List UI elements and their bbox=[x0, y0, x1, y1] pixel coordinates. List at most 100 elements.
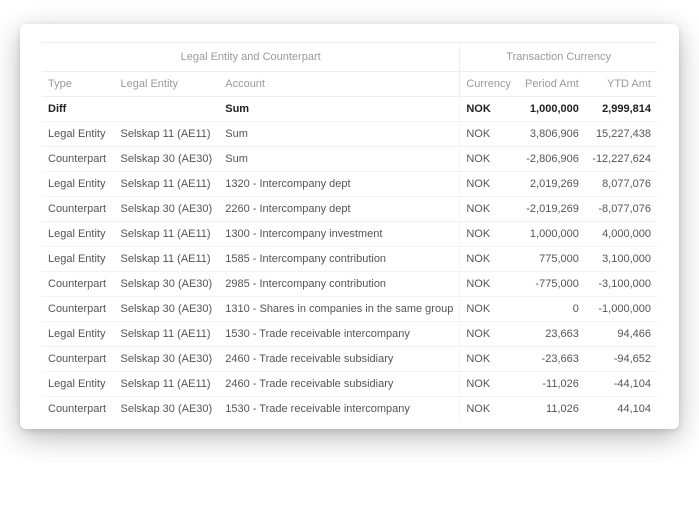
cell-type: Counterpart bbox=[42, 147, 114, 172]
cell-account: 2985 - Intercompany contribution bbox=[219, 272, 460, 297]
cell-account: Sum bbox=[219, 147, 460, 172]
cell-currency: NOK bbox=[460, 147, 517, 172]
cell-type: Legal Entity bbox=[42, 322, 114, 347]
cell-ytd-amt: 3,100,000 bbox=[585, 247, 657, 272]
cell-account: Sum bbox=[219, 97, 460, 122]
cell-ytd-amt: -94,652 bbox=[585, 347, 657, 372]
cell-legal-entity: Selskap 30 (AE30) bbox=[114, 397, 219, 422]
cell-account: 1530 - Trade receivable intercompany bbox=[219, 322, 460, 347]
cell-ytd-amt: -3,100,000 bbox=[585, 272, 657, 297]
group-header-right: Transaction Currency bbox=[460, 43, 657, 72]
cell-period-amt: 2,019,269 bbox=[517, 172, 585, 197]
col-currency[interactable]: Currency bbox=[460, 72, 517, 97]
table-row[interactable]: Legal EntitySelskap 11 (AE11)2460 - Trad… bbox=[42, 372, 657, 397]
cell-legal-entity: Selskap 30 (AE30) bbox=[114, 347, 219, 372]
cell-type: Counterpart bbox=[42, 272, 114, 297]
cell-period-amt: 3,806,906 bbox=[517, 122, 585, 147]
cell-ytd-amt: 94,466 bbox=[585, 322, 657, 347]
table-row[interactable]: Legal EntitySelskap 11 (AE11)SumNOK3,806… bbox=[42, 122, 657, 147]
cell-legal-entity: Selskap 11 (AE11) bbox=[114, 372, 219, 397]
cell-legal-entity: Selskap 11 (AE11) bbox=[114, 122, 219, 147]
cell-account: Sum bbox=[219, 122, 460, 147]
cell-ytd-amt: 8,077,076 bbox=[585, 172, 657, 197]
table-row[interactable]: CounterpartSelskap 30 (AE30)2260 - Inter… bbox=[42, 197, 657, 222]
cell-type: Legal Entity bbox=[42, 222, 114, 247]
cell-type: Counterpart bbox=[42, 347, 114, 372]
table-row[interactable]: CounterpartSelskap 30 (AE30)2460 - Trade… bbox=[42, 347, 657, 372]
cell-period-amt: -2,019,269 bbox=[517, 197, 585, 222]
table-row[interactable]: CounterpartSelskap 30 (AE30)2985 - Inter… bbox=[42, 272, 657, 297]
cell-account: 1530 - Trade receivable intercompany bbox=[219, 397, 460, 422]
cell-ytd-amt: 15,227,438 bbox=[585, 122, 657, 147]
cell-type: Diff bbox=[42, 97, 114, 122]
cell-period-amt: -775,000 bbox=[517, 272, 585, 297]
table-row[interactable]: Legal EntitySelskap 11 (AE11)1585 - Inte… bbox=[42, 247, 657, 272]
cell-currency: NOK bbox=[460, 322, 517, 347]
col-period-amt[interactable]: Period Amt bbox=[517, 72, 585, 97]
cell-period-amt: 775,000 bbox=[517, 247, 585, 272]
cell-legal-entity: Selskap 11 (AE11) bbox=[114, 172, 219, 197]
table-row[interactable]: Legal EntitySelskap 11 (AE11)1320 - Inte… bbox=[42, 172, 657, 197]
col-type[interactable]: Type bbox=[42, 72, 114, 97]
cell-currency: NOK bbox=[460, 97, 517, 122]
cell-currency: NOK bbox=[460, 372, 517, 397]
cell-legal-entity: Selskap 30 (AE30) bbox=[114, 147, 219, 172]
cell-currency: NOK bbox=[460, 172, 517, 197]
cell-type: Legal Entity bbox=[42, 172, 114, 197]
table-row[interactable]: CounterpartSelskap 30 (AE30)1530 - Trade… bbox=[42, 397, 657, 422]
col-legal-entity[interactable]: Legal Entity bbox=[114, 72, 219, 97]
cell-currency: NOK bbox=[460, 272, 517, 297]
table-row[interactable]: Diff SumNOK1,000,0002,999,814 bbox=[42, 97, 657, 122]
table-row[interactable]: Legal EntitySelskap 11 (AE11)1530 - Trad… bbox=[42, 322, 657, 347]
cell-currency: NOK bbox=[460, 347, 517, 372]
cell-currency: NOK bbox=[460, 122, 517, 147]
cell-type: Counterpart bbox=[42, 197, 114, 222]
cell-ytd-amt: 4,000,000 bbox=[585, 222, 657, 247]
cell-account: 1310 - Shares in companies in the same g… bbox=[219, 297, 460, 322]
cell-currency: NOK bbox=[460, 247, 517, 272]
cell-type: Counterpart bbox=[42, 297, 114, 322]
cell-legal-entity: Selskap 30 (AE30) bbox=[114, 272, 219, 297]
cell-period-amt: -11,026 bbox=[517, 372, 585, 397]
cell-ytd-amt: 2,999,814 bbox=[585, 97, 657, 122]
cell-account: 2260 - Intercompany dept bbox=[219, 197, 460, 222]
table-row[interactable]: CounterpartSelskap 30 (AE30)SumNOK-2,806… bbox=[42, 147, 657, 172]
intercompany-table: Legal Entity and Counterpart Transaction… bbox=[42, 42, 657, 421]
cell-account: 1300 - Intercompany investment bbox=[219, 222, 460, 247]
cell-type: Legal Entity bbox=[42, 122, 114, 147]
cell-account: 2460 - Trade receivable subsidiary bbox=[219, 347, 460, 372]
cell-period-amt: 11,026 bbox=[517, 397, 585, 422]
cell-account: 2460 - Trade receivable subsidiary bbox=[219, 372, 460, 397]
cell-legal-entity bbox=[114, 97, 219, 122]
cell-currency: NOK bbox=[460, 197, 517, 222]
cell-ytd-amt: -44,104 bbox=[585, 372, 657, 397]
cell-account: 1585 - Intercompany contribution bbox=[219, 247, 460, 272]
table-row[interactable]: Legal EntitySelskap 11 (AE11)1300 - Inte… bbox=[42, 222, 657, 247]
cell-legal-entity: Selskap 30 (AE30) bbox=[114, 297, 219, 322]
col-account[interactable]: Account bbox=[219, 72, 460, 97]
cell-legal-entity: Selskap 11 (AE11) bbox=[114, 322, 219, 347]
cell-ytd-amt: -1,000,000 bbox=[585, 297, 657, 322]
cell-type: Counterpart bbox=[42, 397, 114, 422]
cell-legal-entity: Selskap 30 (AE30) bbox=[114, 197, 219, 222]
report-card: Legal Entity and Counterpart Transaction… bbox=[20, 24, 679, 429]
table-row[interactable]: CounterpartSelskap 30 (AE30)1310 - Share… bbox=[42, 297, 657, 322]
cell-account: 1320 - Intercompany dept bbox=[219, 172, 460, 197]
col-ytd-amt[interactable]: YTD Amt bbox=[585, 72, 657, 97]
cell-period-amt: 0 bbox=[517, 297, 585, 322]
cell-currency: NOK bbox=[460, 397, 517, 422]
group-header-left: Legal Entity and Counterpart bbox=[42, 43, 460, 72]
cell-ytd-amt: -12,227,624 bbox=[585, 147, 657, 172]
cell-legal-entity: Selskap 11 (AE11) bbox=[114, 222, 219, 247]
cell-period-amt: 23,663 bbox=[517, 322, 585, 347]
cell-period-amt: 1,000,000 bbox=[517, 97, 585, 122]
cell-period-amt: 1,000,000 bbox=[517, 222, 585, 247]
cell-period-amt: -23,663 bbox=[517, 347, 585, 372]
cell-ytd-amt: 44,104 bbox=[585, 397, 657, 422]
cell-type: Legal Entity bbox=[42, 372, 114, 397]
cell-type: Legal Entity bbox=[42, 247, 114, 272]
cell-period-amt: -2,806,906 bbox=[517, 147, 585, 172]
cell-legal-entity: Selskap 11 (AE11) bbox=[114, 247, 219, 272]
cell-ytd-amt: -8,077,076 bbox=[585, 197, 657, 222]
cell-currency: NOK bbox=[460, 297, 517, 322]
